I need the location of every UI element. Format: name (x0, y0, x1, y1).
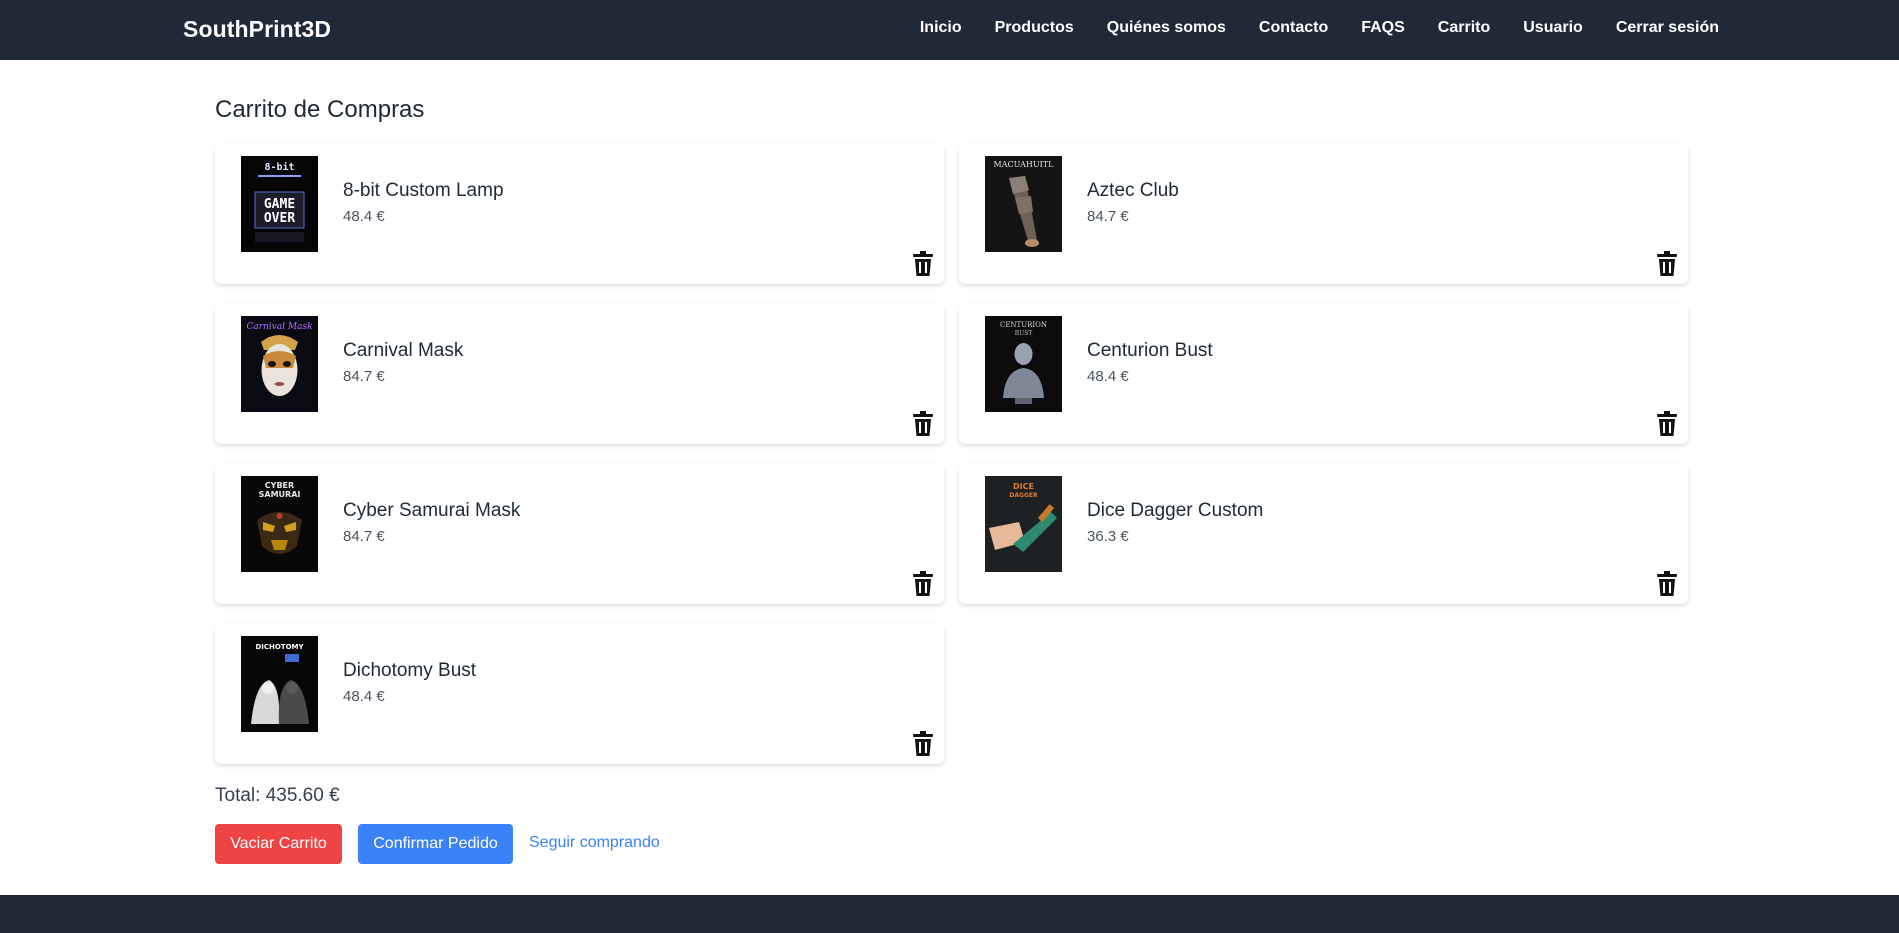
product-name: 8-bit Custom Lamp (343, 180, 504, 201)
trash-icon[interactable] (1655, 411, 1679, 437)
product-name: Carnival Mask (343, 340, 464, 361)
product-name: Dice Dagger Custom (1087, 500, 1264, 521)
svg-text:OVER: OVER (264, 211, 295, 226)
product-image: DICE DAGGER (985, 476, 1062, 572)
trash-icon[interactable] (911, 411, 935, 437)
product-image: DICHOTOMY (241, 636, 318, 732)
svg-text:DAGGER: DAGGER (1009, 492, 1038, 499)
top-navbar: SouthPrint3D Inicio Productos Quiénes so… (0, 0, 1899, 60)
continue-shopping-link[interactable]: Seguir comprando (529, 834, 660, 852)
cart-item-card: DICE DAGGER Dice Dagger Custom 36.3 € (959, 464, 1688, 604)
product-price: 84.7 € (1087, 208, 1129, 225)
svg-text:MACUAHUITL: MACUAHUITL (994, 160, 1055, 169)
trash-icon[interactable] (1655, 251, 1679, 277)
product-price: 36.3 € (1087, 528, 1129, 545)
product-price: 48.4 € (343, 688, 385, 705)
svg-text:CENTURION: CENTURION (1000, 321, 1047, 329)
cart-item-card: Carnival Mask Carnival Mask 84.7 € (215, 304, 944, 444)
product-price: 48.4 € (1087, 368, 1129, 385)
product-name: Dichotomy Bust (343, 660, 477, 681)
nav-link-carrito[interactable]: Carrito (1438, 19, 1490, 37)
trash-icon[interactable] (911, 571, 935, 597)
cart-total: Total: 435.60 € (215, 785, 340, 806)
nav-link-quienes-somos[interactable]: Quiénes somos (1107, 19, 1226, 37)
product-name: Centurion Bust (1087, 340, 1213, 361)
product-price: 84.7 € (343, 528, 385, 545)
product-price: 48.4 € (343, 208, 385, 225)
cart-item-card: 8-bit GAME OVER 8-bit Custom Lamp 48.4 € (215, 144, 944, 284)
product-image: MACUAHUITL (985, 156, 1062, 252)
svg-text:DICHOTOMY: DICHOTOMY (255, 643, 304, 651)
product-name: Aztec Club (1087, 180, 1179, 201)
svg-text:SAMURAI: SAMURAI (259, 490, 301, 499)
brand-logo-link[interactable]: SouthPrint3D (183, 16, 331, 43)
product-image: Carnival Mask (241, 316, 318, 412)
nav-link-inicio[interactable]: Inicio (920, 19, 962, 37)
svg-text:BUST: BUST (1015, 330, 1033, 337)
nav-link-contacto[interactable]: Contacto (1259, 19, 1328, 37)
trash-icon[interactable] (1655, 571, 1679, 597)
svg-text:DICE: DICE (1013, 482, 1034, 491)
page-footer (0, 895, 1899, 933)
cart-item-card: CYBER SAMURAI Cyber Samurai Mask 84.7 € (215, 464, 944, 604)
cart-item-card: DICHOTOMY Dichotomy Bust 48.4 € (215, 624, 944, 764)
page-title: Carrito de Compras (215, 96, 425, 123)
trash-icon[interactable] (911, 731, 935, 757)
product-price: 84.7 € (343, 368, 385, 385)
nav-link-faqs[interactable]: FAQS (1361, 19, 1405, 37)
clear-cart-button[interactable]: Vaciar Carrito (215, 824, 342, 864)
svg-text:CYBER: CYBER (265, 481, 294, 490)
trash-icon[interactable] (911, 251, 935, 277)
nav-link-usuario[interactable]: Usuario (1523, 19, 1583, 37)
product-image: 8-bit GAME OVER (241, 156, 318, 252)
product-name: Cyber Samurai Mask (343, 500, 521, 521)
svg-text:GAME: GAME (264, 197, 295, 212)
nav-link-cerrar-sesion[interactable]: Cerrar sesión (1616, 19, 1719, 37)
nav-link-productos[interactable]: Productos (995, 19, 1074, 37)
confirm-order-button[interactable]: Confirmar Pedido (358, 824, 513, 864)
product-image: CENTURION BUST (985, 316, 1062, 412)
product-image: CYBER SAMURAI (241, 476, 318, 572)
svg-text:8-bit: 8-bit (264, 161, 294, 173)
main-nav: Inicio Productos Quiénes somos Contacto … (920, 19, 1719, 37)
svg-text:Carnival Mask: Carnival Mask (246, 322, 312, 332)
cart-item-card: MACUAHUITL Aztec Club 84.7 € (959, 144, 1688, 284)
cart-item-card: CENTURION BUST Centurion Bust 48.4 € (959, 304, 1688, 444)
